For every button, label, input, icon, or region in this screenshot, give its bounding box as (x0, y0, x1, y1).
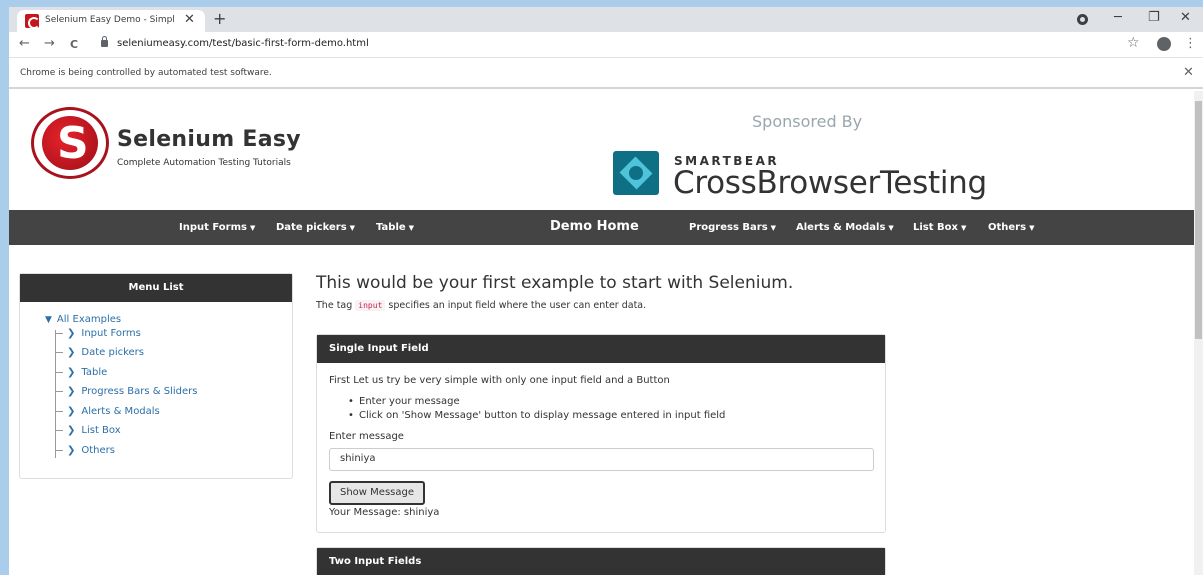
bookmark-star-icon[interactable]: ☆ (1127, 35, 1140, 51)
close-window-button[interactable]: ✕ (1180, 10, 1191, 25)
page-content: Selenium Easy Complete Automation Testin… (9, 91, 1194, 575)
single-input-lead: First Let us try be very simple with onl… (329, 375, 670, 386)
show-message-button[interactable]: Show Message (329, 481, 425, 505)
maximize-button[interactable]: ❐ (1148, 10, 1160, 25)
new-tab-button[interactable]: + (213, 9, 226, 28)
tree-all-examples[interactable]: ▼ All Examples (45, 314, 121, 325)
infobar-text: Chrome is being controlled by automated … (20, 68, 272, 78)
caret-down-icon: ▼ (1029, 224, 1035, 232)
caret-down-icon: ▼ (408, 224, 415, 232)
nav-list-box[interactable]: List Box ▼ (913, 222, 966, 233)
browser-tab[interactable]: Selenium Easy Demo - Simple Fo ✕ (17, 10, 205, 32)
tree-progress-bars[interactable]: ❯ Progress Bars & Sliders (55, 386, 197, 397)
chevron-down-icon: ▼ (45, 315, 52, 325)
minimize-button[interactable]: ─ (1114, 10, 1122, 25)
menu-list-title: Menu List (20, 274, 292, 302)
two-input-card-title: Two Input Fields (317, 548, 885, 575)
caret-down-icon: ▼ (349, 224, 356, 232)
instruction-item: Enter your message (348, 396, 460, 407)
tree-date-pickers[interactable]: ❯ Date pickers (55, 347, 144, 358)
sponsor-product[interactable]: CrossBrowserTesting (673, 165, 987, 201)
browser-window: Selenium Easy Demo - Simple Fo ✕ + ─ ❐ ✕… (9, 7, 1203, 575)
enter-message-label: Enter message (329, 431, 404, 442)
caret-down-icon: ▼ (960, 224, 967, 232)
input-tag-code: input (355, 300, 386, 311)
chevron-right-icon: ❯ (67, 328, 76, 339)
intro-text: The tag input specifies an input field w… (316, 300, 647, 311)
lock-icon[interactable] (101, 36, 108, 47)
forward-button[interactable]: → (44, 36, 55, 51)
chevron-right-icon: ❯ (67, 347, 76, 358)
two-input-card: Two Input Fields (316, 547, 886, 575)
page-scrollbar[interactable] (1194, 91, 1203, 575)
nav-date-pickers[interactable]: Date pickers ▼ (276, 222, 355, 233)
profile-icon[interactable] (1157, 37, 1171, 51)
automation-infobar: Chrome is being controlled by automated … (9, 57, 1203, 89)
tree-others[interactable]: ❯ Others (55, 445, 115, 456)
message-input[interactable]: shiniya (329, 448, 874, 471)
instruction-item: Click on 'Show Message' button to displa… (348, 410, 725, 421)
address-bar[interactable]: seleniumeasy.com/test/basic-first-form-d… (117, 38, 369, 49)
brand-tagline: Complete Automation Testing Tutorials (117, 158, 291, 168)
smartbear-logo-icon[interactable] (613, 151, 659, 195)
chevron-right-icon: ❯ (67, 445, 76, 456)
message-output: Your Message: shiniya (329, 507, 440, 518)
chevron-right-icon: ❯ (67, 425, 76, 436)
main-navbar: Input Forms ▼ Date pickers ▼ Table ▼ Demo H… (9, 210, 1194, 245)
tab-close-icon[interactable]: ✕ (184, 12, 195, 27)
single-input-card: Single Input Field First Let us try be v… (316, 334, 886, 533)
nav-progress-bars[interactable]: Progress Bars ▼ (689, 222, 776, 233)
caret-down-icon: ▼ (888, 224, 894, 232)
tree-table[interactable]: ❯ Table (55, 367, 107, 378)
nav-others[interactable]: Others ▼ (988, 222, 1034, 233)
nav-alerts-modals[interactable]: Alerts & Modals ▼ (796, 222, 894, 233)
nav-table[interactable]: Table ▼ (376, 222, 414, 233)
sponsored-label: Sponsored By (752, 112, 863, 131)
nav-input-forms[interactable]: Input Forms ▼ (179, 222, 255, 233)
caret-down-icon: ▼ (249, 224, 256, 232)
favicon-icon (25, 14, 40, 29)
page-title: This would be your first example to star… (316, 273, 794, 293)
reload-button[interactable]: C (70, 38, 78, 51)
tab-strip: Selenium Easy Demo - Simple Fo ✕ + ─ ❐ ✕ (9, 7, 1203, 32)
scrollbar-thumb[interactable] (1195, 101, 1202, 339)
chevron-right-icon: ❯ (67, 367, 76, 378)
chevron-right-icon: ❯ (67, 406, 76, 417)
tree-input-forms[interactable]: ❯ Input Forms (55, 328, 141, 339)
selenium-easy-logo-icon[interactable] (31, 107, 109, 179)
chevron-right-icon: ❯ (67, 386, 76, 397)
infobar-close-icon[interactable]: ✕ (1183, 65, 1194, 80)
menu-list-panel: Menu List ▼ All Examples ❯ Input Forms ❯ Da… (19, 273, 293, 479)
record-icon[interactable] (1077, 14, 1088, 25)
tree-alerts-modals[interactable]: ❯ Alerts & Modals (55, 406, 160, 417)
browser-menu-icon[interactable]: ⋮ (1184, 36, 1197, 51)
tab-title: Selenium Easy Demo - Simple Fo (45, 15, 175, 25)
single-input-card-title: Single Input Field (317, 335, 885, 363)
nav-demo-home[interactable]: Demo Home (550, 219, 639, 234)
tree-list-box[interactable]: ❯ List Box (55, 425, 121, 436)
back-button[interactable]: ← (19, 36, 30, 51)
brand-title[interactable]: Selenium Easy (117, 127, 301, 152)
caret-down-icon: ▼ (770, 224, 777, 232)
browser-toolbar: ← → C seleniumeasy.com/test/basic-first-… (9, 32, 1203, 57)
